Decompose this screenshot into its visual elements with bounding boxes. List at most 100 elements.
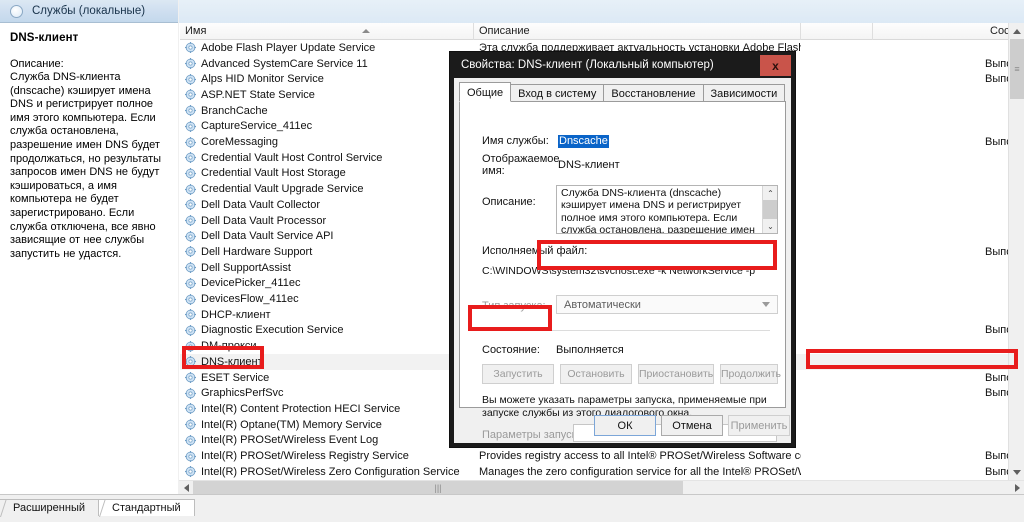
cancel-button[interactable]: Отмена [661, 415, 723, 436]
local-services-node-label: Службы (локальные) [32, 5, 145, 17]
service-gear-icon [185, 184, 196, 195]
close-icon[interactable]: x [760, 55, 791, 76]
description-scrollbar-thumb[interactable] [763, 200, 778, 219]
row-cell-name: Intel(R) Content Protection HECI Service [180, 403, 474, 415]
row-cell-name: Dell Data Vault Processor [180, 215, 474, 227]
row-cell-name: Intel(R) PROSet/Wireless Event Log [180, 434, 474, 446]
description-scrollbar[interactable]: ⌃ ⌄ [762, 186, 777, 233]
service-name-text: Credential Vault Host Control Service [201, 152, 382, 164]
horizontal-scrollbar-thumb[interactable]: ||| [193, 481, 683, 494]
row-cell-name: DevicePicker_411ec [180, 277, 474, 289]
view-tab-1[interactable]: Стандартный [99, 499, 195, 516]
chevron-left-icon [184, 484, 189, 492]
horizontal-scrollbar[interactable]: ||| [179, 480, 1024, 494]
scroll-up-button[interactable] [1009, 23, 1024, 39]
service-name-text: Diagnostic Execution Service [201, 324, 343, 336]
vertical-scrollbar[interactable]: ≡ [1008, 23, 1024, 480]
dialog-tab-0[interactable]: Общие [459, 82, 511, 102]
dialog-description-label: Описание: [482, 196, 536, 208]
apply-button[interactable]: Применить [728, 415, 790, 436]
startup-type-value: Автоматически [557, 299, 641, 311]
service-name-text: DevicePicker_411ec [201, 277, 300, 289]
service-gear-icon [185, 341, 196, 352]
desc-scroll-down-button[interactable]: ⌄ [763, 219, 778, 233]
row-cell-name: Credential Vault Host Storage [180, 167, 474, 179]
table-row[interactable]: Intel(R) PROSet/Wireless Zero Configurat… [180, 464, 1010, 480]
chevron-down-icon [762, 302, 770, 307]
row-cell-name: BranchCache [180, 105, 474, 117]
row-cell-name: DevicesFlow_411ec [180, 293, 474, 305]
service-gear-icon [185, 466, 196, 477]
list-top-strip [179, 0, 1024, 23]
scroll-down-button[interactable] [1009, 464, 1024, 480]
row-cell-description: Manages the zero configuration service f… [474, 466, 801, 478]
service-name-text: Intel(R) PROSet/Wireless Event Log [201, 434, 378, 446]
grip-icon: ≡ [1014, 65, 1019, 74]
row-cell-name: Dell Hardware Support [180, 246, 474, 258]
dialog-description-box[interactable]: Служба DNS-клиента (dnscache) кэширует и… [556, 185, 778, 234]
dialog-tab-1[interactable]: Вход в систему [510, 84, 604, 102]
service-gear-icon [185, 137, 196, 148]
row-cell-description: Provides registry access to all Intel® P… [474, 450, 801, 462]
row-cell-name: ASP.NET State Service [180, 89, 474, 101]
table-row[interactable]: Intel(R) PROSet/Wireless Registry Servic… [180, 448, 1010, 464]
grip-icon: ||| [434, 483, 441, 493]
sort-ascending-icon [362, 29, 370, 33]
service-name-text: DNS-клиент [201, 356, 263, 368]
row-cell-name: Dell Data Vault Collector [180, 199, 474, 211]
row-cell-name: Credential Vault Host Control Service [180, 152, 474, 164]
row-cell-name: Intel(R) PROSet/Wireless Registry Servic… [180, 450, 474, 462]
local-services-node-header[interactable]: Службы (локальные) [0, 0, 178, 23]
service-name-text: GraphicsPerfSvc [201, 387, 284, 399]
service-gear-icon [185, 231, 196, 242]
service-name-text: Advanced SystemCare Service 11 [201, 58, 368, 70]
service-gear-icon [185, 199, 196, 210]
service-gear-icon [185, 74, 196, 85]
section-divider [480, 330, 770, 331]
chevron-down-icon [1013, 470, 1021, 475]
scroll-right-button[interactable] [1010, 481, 1024, 494]
chevron-up-icon [1013, 29, 1021, 34]
service-gear-icon [185, 294, 196, 305]
executable-path: C:\WINDOWS\system32\svchost.exe -k Netwo… [482, 265, 755, 277]
service-gear-icon [185, 215, 196, 226]
service-name-label: Имя службы: [482, 135, 549, 147]
desc-scroll-up-button[interactable]: ⌃ [763, 186, 778, 200]
service-name-text: Alps HID Monitor Service [201, 73, 324, 85]
service-gear-icon [185, 356, 196, 367]
service-name-text: Dell SupportAssist [201, 262, 291, 274]
pause-button[interactable]: Приостановить [638, 364, 714, 384]
vertical-scrollbar-thumb[interactable]: ≡ [1010, 39, 1024, 99]
view-tab-0[interactable]: Расширенный [0, 499, 99, 516]
row-cell-name: CoreMessaging [180, 136, 474, 148]
service-gear-icon [185, 403, 196, 414]
service-gear-icon [185, 58, 196, 69]
service-name-text: BranchCache [201, 105, 268, 117]
dialog-tab-2[interactable]: Восстановление [603, 84, 703, 102]
resume-button[interactable]: Продолжить [720, 364, 778, 384]
service-name-value[interactable]: Dnscache [558, 135, 609, 148]
start-button[interactable]: Запустить [482, 364, 554, 384]
column-header-state[interactable] [801, 23, 873, 40]
scroll-left-button[interactable] [179, 481, 193, 494]
stop-button[interactable]: Остановить [560, 364, 632, 384]
ok-button[interactable]: ОК [594, 415, 656, 436]
service-name-text: DHCP-клиент [201, 309, 271, 321]
service-name-text: Intel(R) Content Protection HECI Service [201, 403, 400, 415]
startup-type-combo[interactable]: Автоматически [556, 295, 778, 314]
column-header-name[interactable]: Имя [180, 23, 474, 40]
service-gear-icon [185, 152, 196, 163]
service-name-text: Intel(R) PROSet/Wireless Registry Servic… [201, 450, 409, 462]
service-gear-icon [185, 278, 196, 289]
service-gear-icon [185, 168, 196, 179]
service-gear-icon [185, 372, 196, 383]
display-name-value: DNS-клиент [558, 159, 620, 171]
dialog-tab-3[interactable]: Зависимости [703, 84, 786, 102]
service-properties-dialog: Свойства: DNS-клиент (Локальный компьюте… [450, 52, 795, 447]
dialog-titlebar[interactable]: Свойства: DNS-клиент (Локальный компьюте… [450, 52, 795, 78]
service-name-text: Dell Hardware Support [201, 246, 312, 258]
column-header-description[interactable]: Описание [474, 23, 801, 40]
left-panel-body: DNS-клиент Описание: Служба DNS-клиента … [0, 23, 178, 494]
service-gear-icon [185, 262, 196, 273]
service-name-text: CaptureService_411ec [201, 120, 312, 132]
